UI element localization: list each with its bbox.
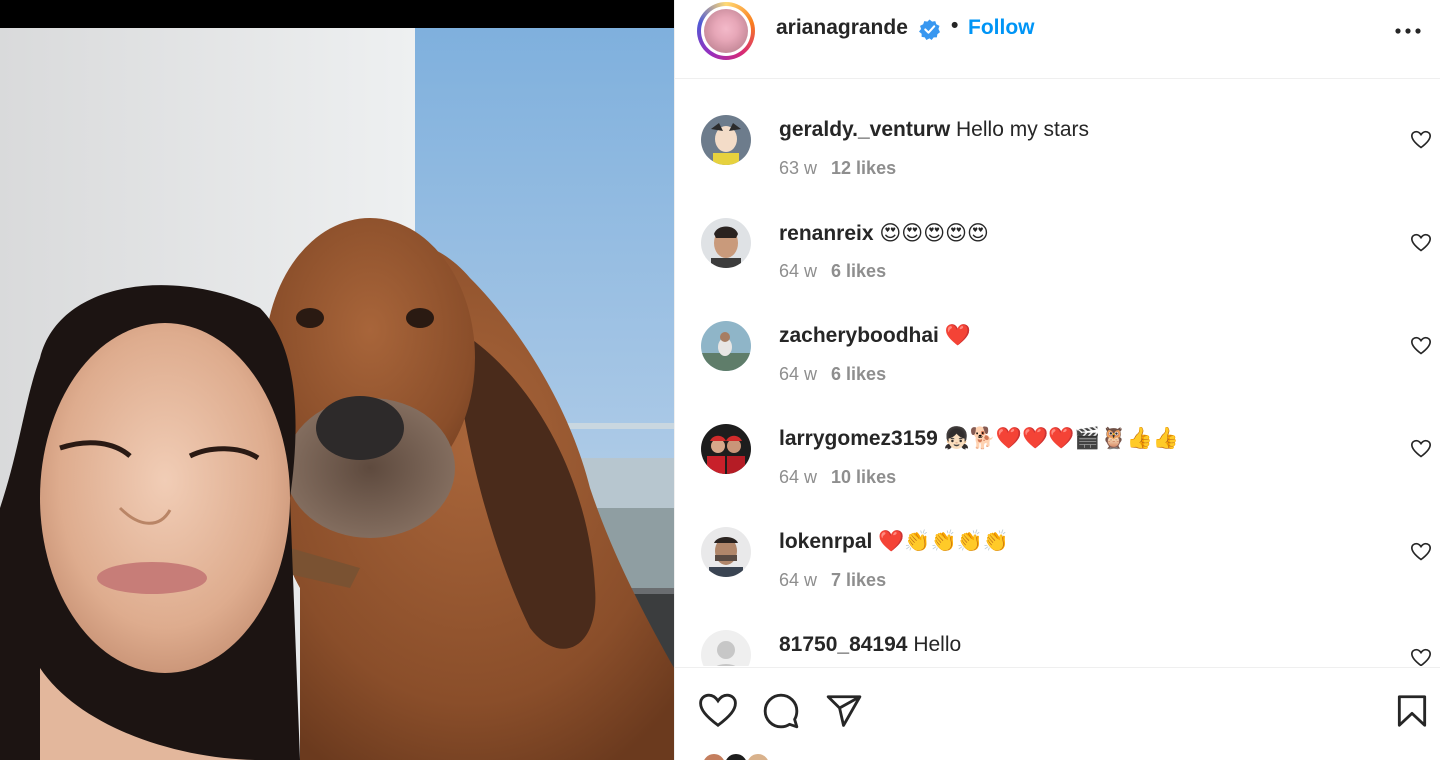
comment-likes[interactable]: 12 likes: [831, 158, 896, 178]
comment-meta: 64 w 6 likes: [779, 364, 886, 385]
comment-text: geraldy._venturw Hello my stars: [779, 118, 1089, 142]
comment-likes[interactable]: 6 likes: [831, 364, 886, 384]
commenter-avatar[interactable]: [701, 424, 751, 474]
author-username[interactable]: arianagrande: [776, 16, 908, 40]
commenter-avatar[interactable]: [701, 527, 751, 577]
share-icon[interactable]: [825, 692, 863, 730]
comment-username[interactable]: geraldy._venturw: [779, 118, 950, 141]
comment-meta: 64 w 10 likes: [779, 467, 896, 488]
header-separator: •: [951, 14, 959, 37]
comment-text: zacheryboodhai ❤️: [779, 324, 971, 348]
heart-icon[interactable]: [1411, 439, 1431, 459]
like-heart-icon[interactable]: [699, 692, 737, 730]
heart-icon[interactable]: [1411, 648, 1431, 666]
comment-item: 81750_84194 Hello: [675, 595, 1440, 666]
comment-item: geraldy._venturw Hello my stars 63 w 12 l…: [675, 80, 1440, 183]
comment-age: 64 w: [779, 364, 818, 384]
verified-badge-icon: [919, 19, 940, 40]
post-media[interactable]: [0, 0, 674, 760]
comment-username[interactable]: zacheryboodhai: [779, 324, 939, 347]
comment-body: 😍😍😍😍😍: [879, 222, 989, 245]
comment-text: larrygomez3159 👧🏻🐕❤️❤️❤️🎬🦉👍👍: [779, 427, 1179, 451]
commenter-avatar[interactable]: [701, 321, 751, 371]
comment-meta: 64 w 7 likes: [779, 570, 886, 591]
comment-body: ❤️👏👏👏👏: [878, 530, 1009, 553]
comment-item: zacheryboodhai ❤️ 64 w 6 likes: [675, 286, 1440, 389]
comment-age: 64 w: [779, 261, 818, 281]
comment-age: 63 w: [779, 158, 818, 178]
comment-item: renanreix 😍😍😍😍😍 64 w 6 likes: [675, 183, 1440, 286]
comments-list[interactable]: geraldy._venturw Hello my stars 63 w 12 l…: [675, 80, 1440, 666]
heart-icon[interactable]: [1411, 336, 1431, 356]
heart-icon[interactable]: [1411, 233, 1431, 253]
media-top-bar: [0, 0, 674, 28]
post-photo: [0, 28, 674, 760]
comment-body: ❤️: [944, 324, 971, 347]
comment-likes[interactable]: 7 likes: [831, 570, 886, 590]
commenter-avatar[interactable]: [701, 630, 751, 666]
post-actions-bar: [675, 667, 1440, 760]
commenter-avatar[interactable]: [701, 115, 751, 165]
comment-text: renanreix 😍😍😍😍😍: [779, 221, 989, 246]
comment-item: larrygomez3159 👧🏻🐕❤️❤️❤️🎬🦉👍👍 64 w 10 like…: [675, 389, 1440, 492]
heart-icon[interactable]: [1411, 130, 1431, 150]
comment-text: 81750_84194 Hello: [779, 633, 961, 657]
more-options-icon[interactable]: [1393, 26, 1423, 36]
comment-likes[interactable]: 6 likes: [831, 261, 886, 281]
comment-username[interactable]: larrygomez3159: [779, 427, 938, 450]
comment-meta: 64 w 6 likes: [779, 261, 886, 282]
post-side-panel: arianagrande • Follow geraldy._venturw H…: [674, 0, 1440, 760]
comment-age: 64 w: [779, 570, 818, 590]
bookmark-icon[interactable]: [1393, 692, 1431, 730]
commenter-avatar[interactable]: [701, 218, 751, 268]
author-avatar[interactable]: [697, 2, 755, 60]
comment-text: lokenrpal ❤️👏👏👏👏: [779, 530, 1009, 554]
heart-icon[interactable]: [1411, 542, 1431, 562]
comment-username[interactable]: 81750_84194: [779, 633, 907, 656]
comment-body: 👧🏻🐕❤️❤️❤️🎬🦉👍👍: [943, 427, 1179, 450]
comment-item: lokenrpal ❤️👏👏👏👏 64 w 7 likes: [675, 492, 1440, 595]
comment-body: Hello my stars: [956, 118, 1090, 141]
comment-body: Hello: [913, 633, 962, 656]
follow-button[interactable]: Follow: [968, 16, 1035, 40]
comment-username[interactable]: renanreix: [779, 222, 874, 245]
comment-meta: 63 w 12 likes: [779, 158, 896, 179]
comment-likes[interactable]: 10 likes: [831, 467, 896, 487]
post-header: arianagrande • Follow: [675, 0, 1440, 79]
comment-username[interactable]: lokenrpal: [779, 530, 872, 553]
comment-age: 64 w: [779, 467, 818, 487]
comment-icon[interactable]: [762, 692, 800, 730]
